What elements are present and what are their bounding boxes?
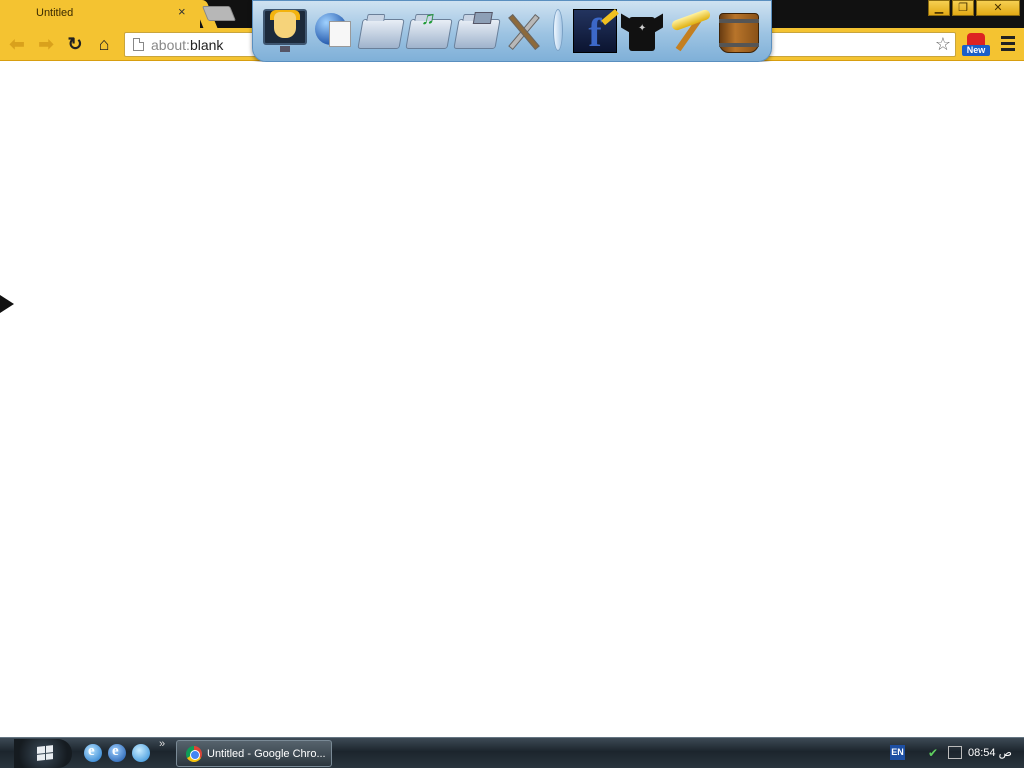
- application-dock: ♫ f ✦: [252, 0, 772, 62]
- menu-icon[interactable]: [998, 33, 1018, 55]
- naruto-monitor-icon[interactable]: [261, 7, 307, 55]
- network-tray-icon[interactable]: ✔: [928, 746, 938, 760]
- wooden-bucket-icon[interactable]: [715, 7, 761, 55]
- chrome-icon: [186, 746, 202, 762]
- windows-logo-icon: [37, 745, 53, 761]
- page-content[interactable]: [0, 62, 1024, 737]
- music-folder-icon[interactable]: ♫: [405, 7, 453, 55]
- taskbar-item-chrome[interactable]: Untitled - Google Chro...: [176, 740, 332, 767]
- messenger-quicklaunch-icon[interactable]: [132, 744, 150, 762]
- tray-app-icon[interactable]: [948, 746, 962, 759]
- extension-new-button[interactable]: New: [962, 31, 990, 57]
- home-icon[interactable]: ⌂: [92, 32, 116, 56]
- t-shirt-icon[interactable]: ✦: [619, 7, 665, 55]
- minimize-button[interactable]: ▁: [928, 0, 950, 16]
- back-arrow-icon[interactable]: ⬅: [5, 32, 29, 56]
- tab-close-icon[interactable]: ×: [178, 5, 186, 19]
- taskbar: » Untitled - Google Chro... EN ✔ 08:54 ص: [0, 737, 1024, 768]
- pickaxe-icon[interactable]: [667, 7, 713, 55]
- start-button[interactable]: [14, 739, 72, 768]
- forward-arrow-icon[interactable]: ➡: [34, 32, 58, 56]
- reload-icon[interactable]: ↻: [63, 32, 87, 56]
- globe-document-icon[interactable]: [309, 7, 355, 55]
- window-controls: ▁ ❐ ✕: [928, 0, 1020, 17]
- folder-icon[interactable]: [357, 7, 405, 55]
- mouse-pointer-icon: [0, 295, 14, 313]
- tab-title: Untitled: [36, 7, 74, 19]
- tab-untitled[interactable]: Untitled ×: [0, 0, 200, 29]
- photos-folder-icon[interactable]: [453, 7, 501, 55]
- facebook-icon[interactable]: f: [571, 7, 619, 55]
- language-indicator[interactable]: EN: [890, 745, 905, 760]
- new-tab-button[interactable]: [201, 6, 237, 21]
- address-url[interactable]: about:blank: [151, 37, 223, 53]
- restore-button[interactable]: ❐: [952, 0, 974, 16]
- quicklaunch-overflow-icon[interactable]: »: [159, 738, 165, 750]
- clock[interactable]: 08:54 ص: [968, 746, 1012, 759]
- page-icon: [133, 38, 144, 51]
- new-badge: New: [962, 45, 990, 56]
- close-window-button[interactable]: ✕: [976, 0, 1020, 16]
- ie-quicklaunch-icon[interactable]: [84, 743, 102, 762]
- ie-alt-quicklaunch-icon[interactable]: [108, 743, 126, 762]
- bookmark-star-icon[interactable]: ☆: [935, 34, 951, 55]
- taskbar-item-label: Untitled - Google Chro...: [207, 748, 326, 760]
- tools-icon[interactable]: [501, 7, 547, 55]
- dock-separator: [550, 7, 564, 55]
